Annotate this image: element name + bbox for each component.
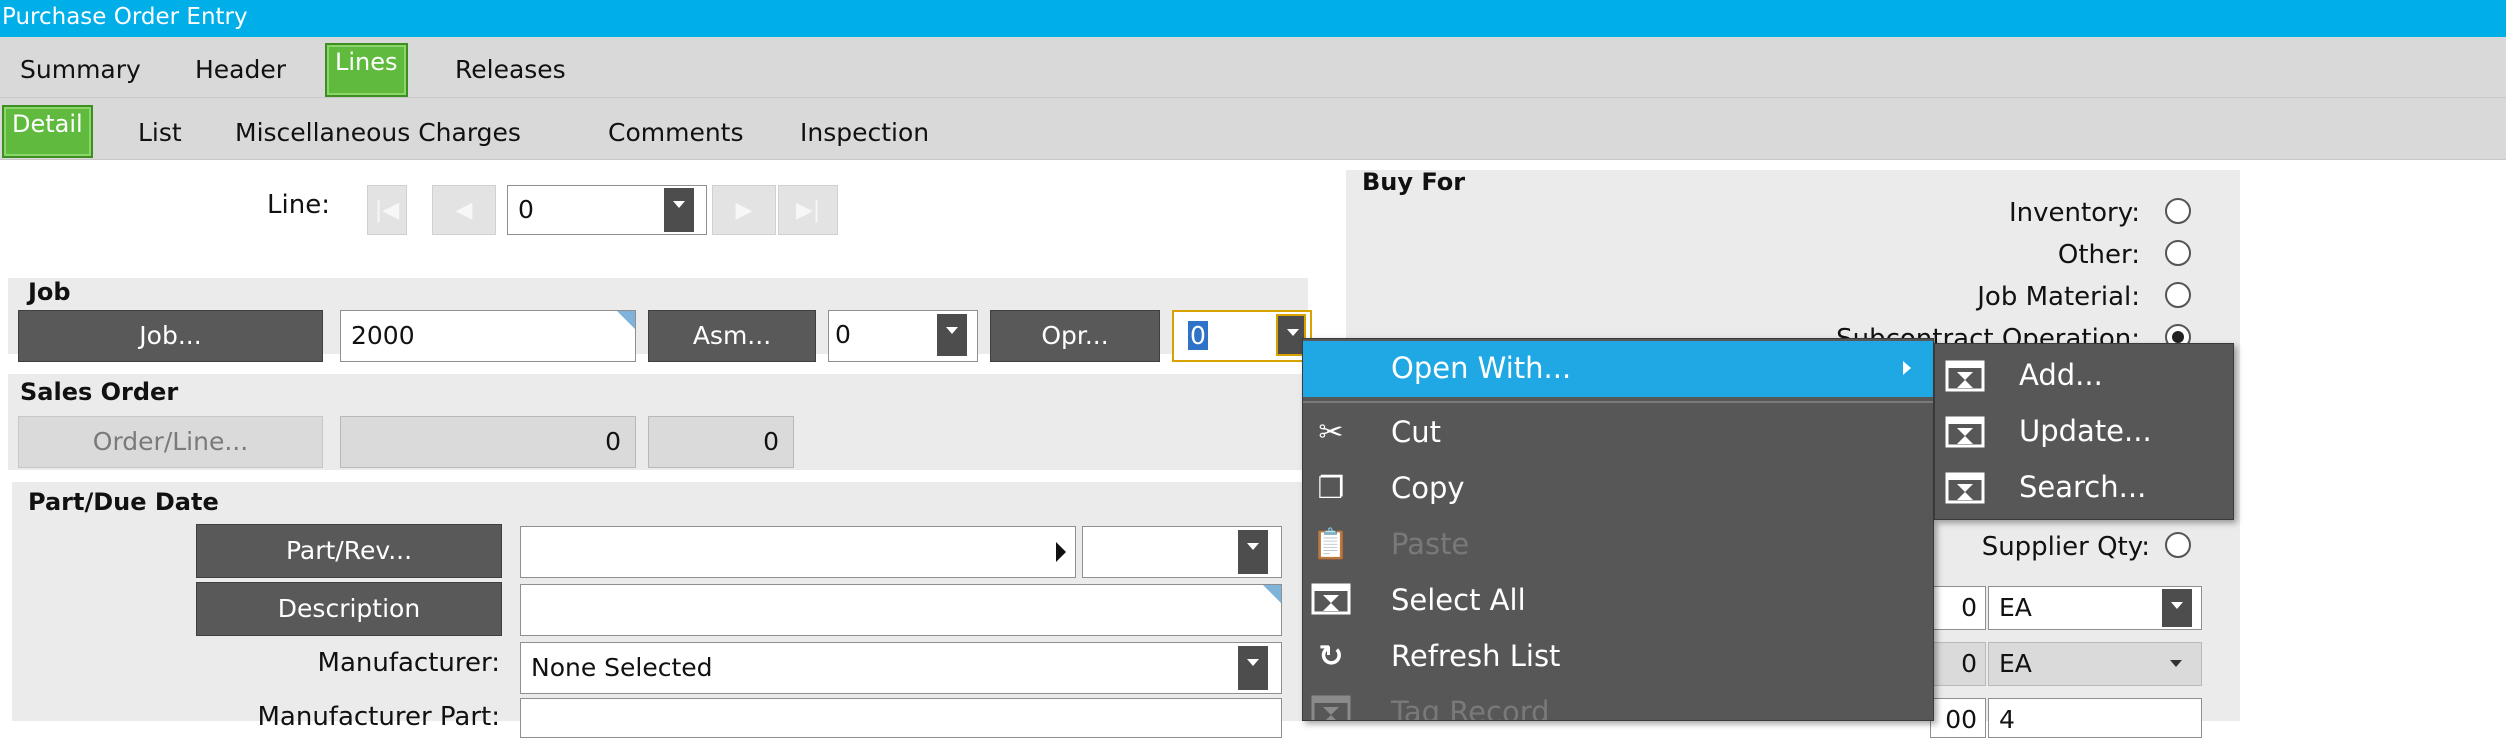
revision-dropdown-arrow[interactable] <box>1238 530 1268 574</box>
buy-for-other-label: Other: <box>2057 240 2140 270</box>
menu-item-select-all[interactable]: Select All <box>1303 573 1933 629</box>
form-icon <box>1945 470 1985 506</box>
tab-inspection[interactable]: Inspection <box>800 118 929 147</box>
opr-button[interactable]: Opr... <box>990 310 1160 362</box>
sales-order-group-label: Sales Order <box>20 378 179 406</box>
order-number-field[interactable]: 0 <box>340 416 636 468</box>
menu-item-label: Cut <box>1391 415 1441 449</box>
submenu-arrow-icon <box>1903 361 1911 375</box>
submenu-item-update[interactable]: Update... <box>1935 404 2233 460</box>
menu-item-label: Open With... <box>1391 351 1572 385</box>
buy-for-job-material-label: Job Material: <box>1977 282 2140 312</box>
tab-comments[interactable]: Comments <box>608 118 744 147</box>
submenu-item-label: Update... <box>2019 414 2152 448</box>
supplier-qty-field[interactable]: 0 <box>1930 642 1986 686</box>
tab-summary[interactable]: Summary <box>20 55 141 84</box>
part-due-date-group-label: Part/Due Date <box>28 488 219 516</box>
buy-for-job-material-radio[interactable] <box>2165 282 2191 308</box>
line-dropdown-arrow[interactable] <box>664 188 694 232</box>
tab-lines[interactable]: Lines <box>325 43 408 97</box>
order-line-button[interactable]: Order/Line... <box>18 416 323 468</box>
buy-for-inventory-label: Inventory: <box>2008 198 2140 228</box>
next-record-button[interactable]: ▶ <box>712 185 776 235</box>
copy-icon: ❐ <box>1317 471 1345 506</box>
menu-item-open-with[interactable]: Open With... <box>1303 341 1933 397</box>
scissors-icon: ✂ <box>1318 415 1344 450</box>
window-title-bar: Purchase Order Entry <box>0 0 2506 37</box>
line-label: Line: <box>267 190 330 220</box>
form-icon <box>1945 414 1985 450</box>
context-menu: Open With... ✂ Cut ❐ Copy 📋 Paste Select… <box>1302 338 1934 721</box>
submenu-item-label: Search... <box>2019 470 2147 504</box>
open-with-submenu: Add... Update... Search... <box>1934 343 2234 520</box>
menu-item-copy[interactable]: ❐ Copy <box>1303 461 1933 517</box>
window-title: Purchase Order Entry <box>2 4 248 30</box>
form-icon <box>1945 358 1985 394</box>
part-search-arrow-icon[interactable] <box>1056 542 1066 562</box>
tab-detail[interactable]: Detail <box>2 105 93 158</box>
opr-value-selected: 0 <box>1188 321 1208 350</box>
submenu-item-label: Add... <box>2019 358 2103 392</box>
submenu-item-search[interactable]: Search... <box>1935 460 2233 516</box>
asm-button[interactable]: Asm... <box>648 310 816 362</box>
buy-for-other-radio[interactable] <box>2165 240 2191 266</box>
form-icon <box>1311 693 1351 720</box>
submenu-item-add[interactable]: Add... <box>1935 348 2233 404</box>
supplier-qty-radio[interactable] <box>2165 532 2191 558</box>
part-rev-button[interactable]: Part/Rev... <box>196 524 502 578</box>
manufacturer-label: Manufacturer: <box>317 648 500 678</box>
menu-item-refresh-list[interactable]: ↻ Refresh List <box>1303 629 1933 685</box>
job-group-label: Job <box>28 278 71 306</box>
part-field[interactable] <box>520 526 1076 578</box>
job-field[interactable]: 2000 <box>340 310 636 362</box>
tab-releases[interactable]: Releases <box>455 55 566 84</box>
main-tab-bar: Summary Header Lines Releases <box>0 37 2506 98</box>
our-uom-dropdown-arrow[interactable] <box>2162 589 2192 627</box>
menu-divider <box>1303 401 1933 403</box>
our-qty-field[interactable]: 0 <box>1930 586 1986 630</box>
menu-item-tag-record: Tag Record <box>1303 685 1933 721</box>
form-icon <box>1311 581 1351 621</box>
asm-dropdown-arrow[interactable] <box>937 314 967 356</box>
paste-icon: 📋 <box>1312 527 1350 562</box>
manufacturer-part-combo[interactable] <box>520 698 1282 738</box>
manufacturer-combo[interactable]: None Selected <box>520 642 1282 694</box>
menu-item-paste: 📋 Paste <box>1303 517 1933 573</box>
manufacturer-dropdown-arrow[interactable] <box>1238 646 1268 690</box>
manufacturer-part-label: Manufacturer Part: <box>257 702 500 732</box>
description-field[interactable] <box>520 584 1282 636</box>
last-record-button[interactable]: ▶| <box>778 185 838 235</box>
price-uom-combo[interactable]: 4 <box>1988 698 2202 738</box>
tab-miscellaneous-charges[interactable]: Miscellaneous Charges <box>235 118 521 147</box>
previous-record-button[interactable]: ◀ <box>432 185 496 235</box>
supplier-qty-label: Supplier Qty: <box>1981 532 2150 562</box>
refresh-icon: ↻ <box>1318 639 1344 674</box>
menu-item-cut[interactable]: ✂ Cut <box>1303 405 1933 461</box>
order-line-field[interactable]: 0 <box>648 416 794 468</box>
job-button[interactable]: Job... <box>18 310 323 362</box>
supplier-uom-dropdown-arrow[interactable] <box>2170 660 2182 667</box>
tab-list[interactable]: List <box>138 118 182 147</box>
description-button[interactable]: Description <box>196 582 502 636</box>
menu-item-label: Copy <box>1391 471 1465 505</box>
first-record-button[interactable]: |◀ <box>367 185 407 235</box>
menu-item-label: Select All <box>1391 583 1526 617</box>
tab-header[interactable]: Header <box>195 55 286 84</box>
menu-item-label: Tag Record <box>1391 695 1550 721</box>
sub-tab-bar: Detail List Miscellaneous Charges Commen… <box>0 98 2506 160</box>
buy-for-inventory-radio[interactable] <box>2165 198 2191 224</box>
buy-for-group-label: Buy For <box>1362 168 1466 196</box>
menu-item-label: Refresh List <box>1391 639 1561 673</box>
price-field[interactable]: 00 <box>1930 698 1986 738</box>
menu-item-label: Paste <box>1391 527 1470 561</box>
